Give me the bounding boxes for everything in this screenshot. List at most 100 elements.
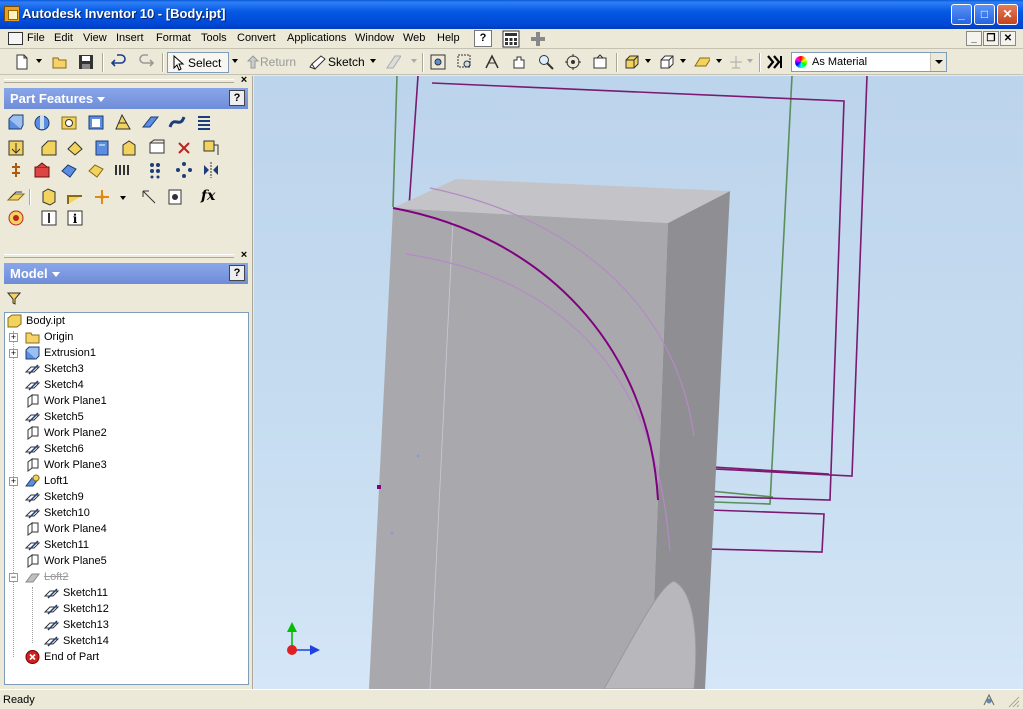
menu-file[interactable]: File bbox=[27, 32, 45, 44]
new-dropdown-arrow[interactable] bbox=[36, 59, 42, 63]
graphics-viewport[interactable] bbox=[254, 76, 1023, 689]
circular-pattern-icon[interactable] bbox=[175, 161, 193, 179]
mirror-feature-icon[interactable] bbox=[202, 161, 220, 179]
sketch-dropdown-arrow[interactable] bbox=[370, 59, 376, 63]
hole-icon[interactable] bbox=[60, 113, 78, 131]
body-front-face[interactable] bbox=[369, 208, 668, 689]
part-features-help-button[interactable]: ? bbox=[229, 90, 245, 106]
loft-feature-icon[interactable] bbox=[141, 113, 159, 131]
menu-edit[interactable]: Edit bbox=[54, 32, 73, 44]
fillet-icon[interactable] bbox=[40, 139, 58, 157]
panel-grip[interactable] bbox=[4, 79, 234, 83]
part-features-close-icon[interactable]: × bbox=[239, 75, 249, 86]
maximize-button[interactable]: □ bbox=[974, 4, 995, 25]
decal-icon[interactable] bbox=[33, 161, 51, 179]
work-axis-icon[interactable] bbox=[66, 188, 84, 206]
shell-icon[interactable] bbox=[87, 113, 105, 131]
thread-icon[interactable] bbox=[7, 139, 25, 157]
work-plane-feature-icon[interactable] bbox=[7, 188, 25, 206]
zoom-window-icon[interactable] bbox=[457, 54, 473, 70]
return-button[interactable]: Return bbox=[244, 52, 304, 73]
select-dropdown-arrow[interactable] bbox=[232, 59, 238, 63]
rectangular-pattern-icon[interactable] bbox=[114, 161, 132, 179]
model-dropdown-icon[interactable] bbox=[52, 272, 60, 277]
panel-grip[interactable] bbox=[4, 254, 234, 258]
mdi-minimize-button[interactable]: _ bbox=[966, 31, 982, 46]
menu-help[interactable]: Help bbox=[437, 32, 460, 44]
replace-face-icon[interactable] bbox=[202, 139, 220, 157]
menu-convert[interactable]: Convert bbox=[237, 32, 276, 44]
open-folder-icon[interactable] bbox=[52, 54, 68, 70]
menu-format[interactable]: Format bbox=[156, 32, 191, 44]
select-button[interactable]: Select bbox=[167, 52, 229, 73]
zoom-selected-icon[interactable] bbox=[538, 54, 554, 70]
sketch-point[interactable] bbox=[377, 485, 381, 489]
calculator-icon[interactable] bbox=[502, 30, 520, 48]
sketch-point[interactable] bbox=[416, 454, 420, 458]
emboss-icon[interactable] bbox=[7, 161, 25, 179]
new-file-icon[interactable] bbox=[14, 54, 30, 70]
sweep-icon[interactable] bbox=[168, 113, 186, 131]
model-close-icon[interactable]: × bbox=[239, 250, 249, 261]
work-surface-icon[interactable] bbox=[87, 161, 105, 179]
menu-insert[interactable]: Insert bbox=[116, 32, 144, 44]
pan-icon[interactable] bbox=[511, 54, 527, 70]
grid-pattern-icon[interactable] bbox=[148, 161, 166, 179]
expand-toggle[interactable]: + bbox=[9, 477, 18, 486]
save-icon[interactable] bbox=[78, 54, 94, 70]
coil-icon[interactable] bbox=[195, 113, 213, 131]
close-button[interactable]: ✕ bbox=[997, 4, 1018, 25]
sketch-button[interactable]: Sketch bbox=[308, 52, 368, 73]
promote-icon[interactable] bbox=[166, 188, 184, 206]
delete-face-icon[interactable] bbox=[175, 139, 193, 157]
menu-window[interactable]: Window bbox=[355, 32, 394, 44]
model-help-button[interactable]: ? bbox=[229, 265, 245, 281]
display-mode-dropdown-arrow[interactable] bbox=[645, 59, 651, 63]
material-select[interactable]: As Material bbox=[791, 52, 947, 72]
work-point-icon[interactable] bbox=[93, 188, 111, 206]
camera-view-dropdown-arrow[interactable] bbox=[680, 59, 686, 63]
rib-icon[interactable] bbox=[114, 113, 132, 131]
parameters-fx-button[interactable]: fx bbox=[201, 188, 215, 204]
resize-grip-icon[interactable] bbox=[1006, 694, 1020, 708]
mdi-close-button[interactable]: ✕ bbox=[1000, 31, 1016, 46]
work-point-dropdown-arrow[interactable] bbox=[120, 196, 126, 200]
expand-toggle[interactable]: + bbox=[9, 349, 18, 358]
menu-web[interactable]: Web bbox=[403, 32, 425, 44]
menu-applications[interactable]: Applications bbox=[287, 32, 346, 44]
ucs-icon[interactable] bbox=[140, 188, 158, 206]
display-mode-icon[interactable] bbox=[624, 54, 640, 70]
undo-icon[interactable] bbox=[111, 54, 127, 70]
grid-disabled-icon[interactable] bbox=[385, 54, 401, 70]
ground-plane-dropdown-arrow[interactable] bbox=[716, 59, 722, 63]
camera-view-icon[interactable] bbox=[659, 54, 675, 70]
part-features-dropdown-icon[interactable] bbox=[97, 97, 105, 102]
zoom-all-icon[interactable] bbox=[430, 54, 446, 70]
thicken-icon[interactable] bbox=[148, 139, 166, 157]
look-at-icon[interactable] bbox=[592, 54, 608, 70]
fillet-table-icon[interactable] bbox=[40, 209, 58, 227]
filter-icon[interactable] bbox=[7, 291, 21, 305]
part-features-header[interactable]: Part Features ? bbox=[4, 88, 248, 109]
rendering-icon[interactable] bbox=[766, 54, 782, 70]
reflection-disabled-icon[interactable] bbox=[728, 54, 744, 70]
mdi-restore-button[interactable]: ❐ bbox=[983, 31, 999, 46]
model-view[interactable] bbox=[254, 76, 1023, 689]
document-icon[interactable] bbox=[8, 32, 23, 45]
sketch-point[interactable] bbox=[390, 531, 394, 535]
expand-toggle[interactable]: + bbox=[9, 333, 18, 342]
collapse-toggle[interactable]: − bbox=[9, 573, 18, 582]
work-plane-tool-icon[interactable] bbox=[40, 188, 58, 206]
minimize-button[interactable]: _ bbox=[951, 4, 972, 25]
menu-view[interactable]: View bbox=[83, 32, 107, 44]
extrude-icon[interactable] bbox=[7, 113, 25, 131]
material-dropdown-arrow[interactable] bbox=[930, 53, 946, 71]
add-plus-icon[interactable] bbox=[530, 31, 546, 47]
derived-component-icon[interactable] bbox=[60, 161, 78, 179]
menu-tools[interactable]: Tools bbox=[201, 32, 227, 44]
zoom-icon[interactable] bbox=[484, 54, 500, 70]
redo-icon[interactable] bbox=[138, 54, 154, 70]
model-header[interactable]: Model ? bbox=[4, 263, 248, 284]
chamfer-icon[interactable] bbox=[66, 139, 84, 157]
reflection-dropdown-arrow[interactable] bbox=[747, 59, 753, 63]
